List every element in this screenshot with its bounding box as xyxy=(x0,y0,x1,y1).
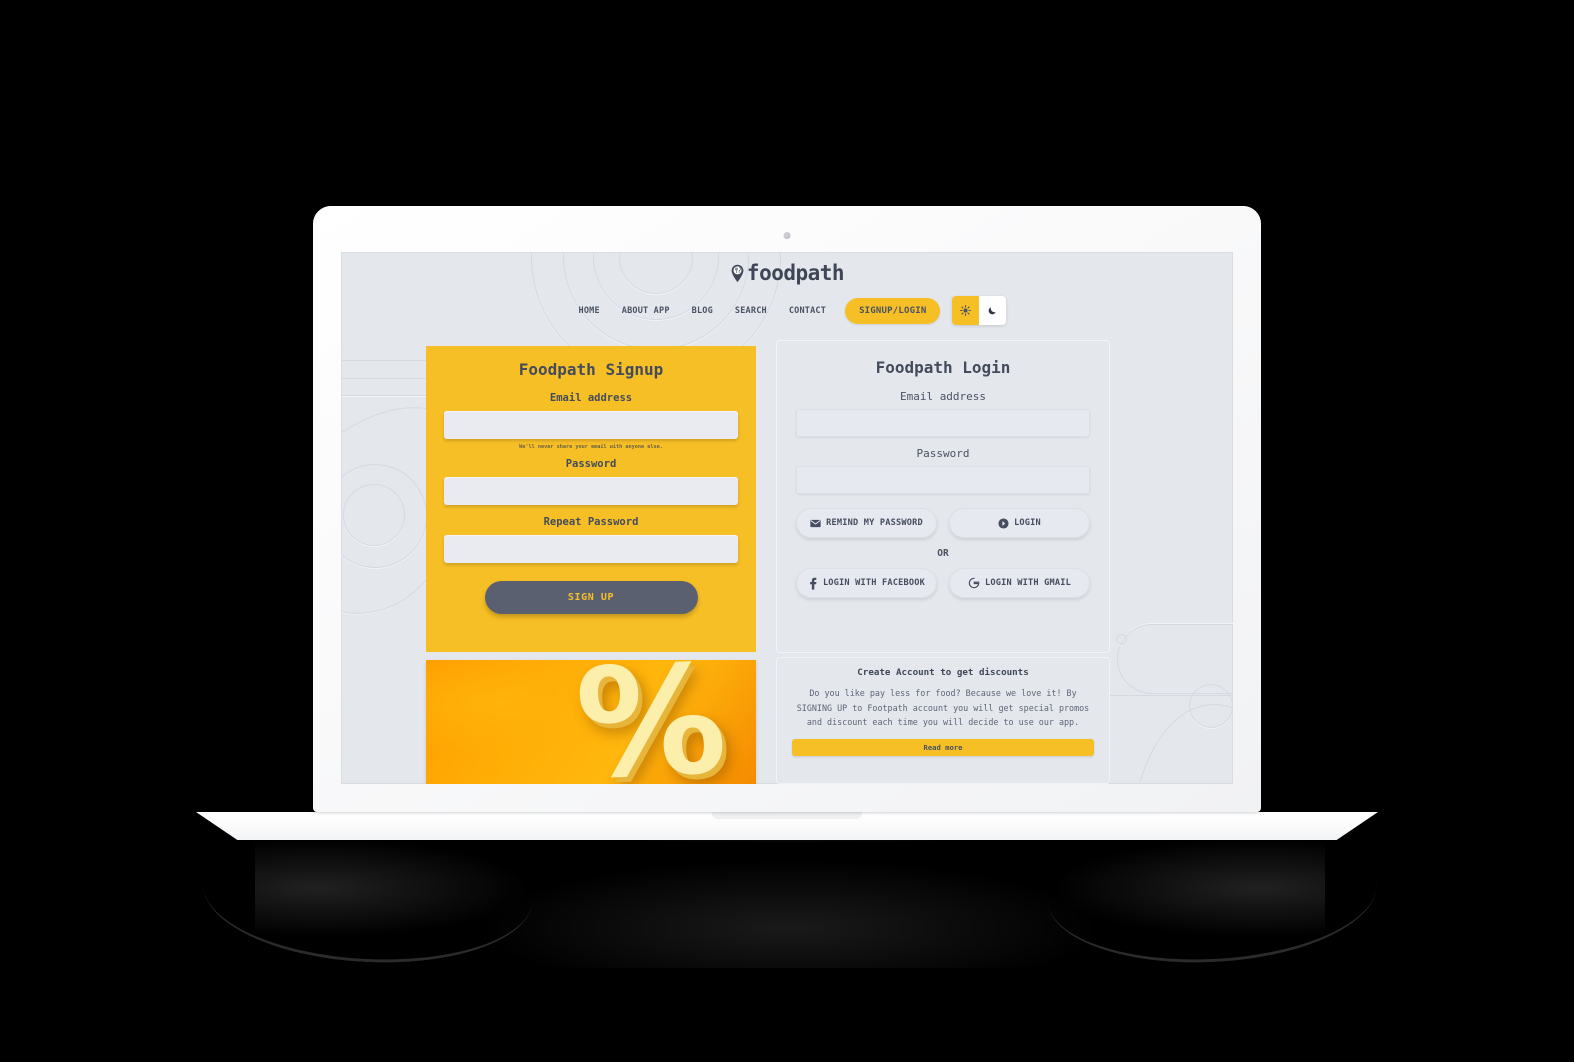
nav-item-about-app[interactable]: ABOUT APP xyxy=(611,306,681,316)
social-login-row: LOGIN WITH FACEBOOK LOGIN WITH GMAIL xyxy=(796,568,1090,598)
brand-name: foodpath xyxy=(746,261,845,285)
signup-password-label: Password xyxy=(565,458,617,470)
promo-body: Do you like pay less for food? Because w… xyxy=(796,688,1090,728)
remind-password-button[interactable]: REMIND MY PASSWORD xyxy=(796,508,937,538)
shadow-blob xyxy=(255,818,1325,968)
main-navigation: HOME ABOUT APP BLOG SEARCH CONTACT SIGNU… xyxy=(341,296,1233,325)
facebook-f-icon xyxy=(808,577,818,590)
signup-card: Foodpath Signup Email address We'll neve… xyxy=(426,346,756,652)
signup-title: Foodpath Signup xyxy=(518,360,664,379)
envelope-icon xyxy=(810,518,821,529)
theme-toggle-group xyxy=(952,296,1007,325)
login-with-facebook-button[interactable]: LOGIN WITH FACEBOOK xyxy=(796,568,937,598)
sign-up-button[interactable]: SIGN UP xyxy=(484,581,698,614)
nav-item-blog[interactable]: BLOG xyxy=(681,306,724,316)
light-theme-button[interactable] xyxy=(952,296,980,325)
read-more-button[interactable]: Read more xyxy=(792,739,1094,757)
location-pin-fork-icon xyxy=(731,264,744,282)
signup-spacer-1 xyxy=(444,505,738,516)
arrow-circle-right-icon xyxy=(998,517,1009,529)
signup-repeat-password-label: Repeat Password xyxy=(543,516,639,528)
sign-up-button-label: SIGN UP xyxy=(567,592,615,603)
login-with-gmail-button[interactable]: LOGIN WITH GMAIL xyxy=(949,568,1090,598)
login-button[interactable]: LOGIN xyxy=(949,508,1090,538)
signup-repeat-password-input[interactable] xyxy=(444,535,738,563)
login-password-input[interactable] xyxy=(796,466,1090,494)
login-with-facebook-label: LOGIN WITH FACEBOOK xyxy=(822,578,926,588)
login-action-row: REMIND MY PASSWORD LOGIN xyxy=(796,508,1090,538)
nav-item-search[interactable]: SEARCH xyxy=(724,306,778,316)
nav-item-home[interactable]: HOME xyxy=(568,306,611,316)
signup-email-helper: We'll never share your email with anyone… xyxy=(519,444,663,450)
signup-password-input[interactable] xyxy=(444,477,738,505)
signup-email-input[interactable] xyxy=(444,411,738,439)
login-with-gmail-label: LOGIN WITH GMAIL xyxy=(985,578,1071,588)
nav-signup-login-button[interactable]: SIGNUP/LOGIN xyxy=(845,297,941,324)
login-email-label: Email address xyxy=(899,390,987,403)
login-title: Foodpath Login xyxy=(875,358,1011,377)
percent-glyph: % xyxy=(573,660,724,784)
or-divider-label: OR xyxy=(937,548,949,559)
promo-discount-image: % xyxy=(426,660,756,784)
login-button-label: LOGIN xyxy=(1014,518,1041,528)
screenshot-stage: foodpath HOME ABOUT APP BLOG SEARCH CONT… xyxy=(0,0,1574,1062)
dark-theme-button[interactable] xyxy=(979,296,1007,325)
login-spacer-1 xyxy=(796,437,1090,447)
login-panel: Foodpath Login Email address Password RE… xyxy=(776,340,1110,653)
google-g-icon xyxy=(968,577,980,589)
moon-icon xyxy=(989,307,997,315)
page-content: foodpath HOME ABOUT APP BLOG SEARCH CONT… xyxy=(341,252,1233,784)
signup-email-label: Email address xyxy=(549,392,633,404)
sun-icon xyxy=(960,305,972,316)
nav-item-contact[interactable]: CONTACT xyxy=(778,306,837,316)
laptop-shadow xyxy=(199,813,1381,971)
promo-text-card: Create Account to get discounts Do you l… xyxy=(776,657,1110,784)
login-email-input[interactable] xyxy=(796,409,1090,437)
laptop-hinge-notch xyxy=(712,812,862,819)
brand-logo[interactable]: foodpath xyxy=(341,261,1233,285)
login-password-label: Password xyxy=(916,447,970,460)
laptop-screen: foodpath HOME ABOUT APP BLOG SEARCH CONT… xyxy=(341,252,1233,784)
read-more-label: Read more xyxy=(923,743,963,753)
promo-title: Create Account to get discounts xyxy=(857,667,1029,678)
remind-password-label: REMIND MY PASSWORD xyxy=(826,518,923,528)
webcam-icon xyxy=(783,232,791,239)
